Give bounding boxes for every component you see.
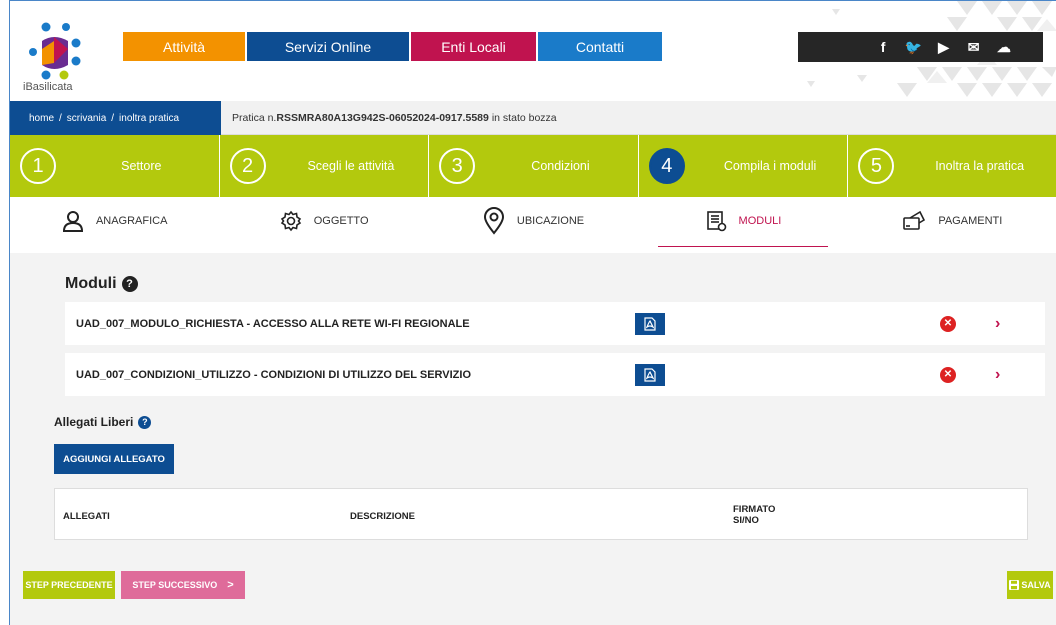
app-frame: iBasilicata Attività Servizi Online Enti L… — [9, 0, 1056, 625]
wizard-step-5[interactable]: 5 Inoltra la pratica — [848, 135, 1056, 197]
chevron-right-icon[interactable]: › — [995, 315, 1000, 333]
tab-pagamenti[interactable]: PAGAMENTI — [848, 197, 1056, 253]
tab-label: OGGETTO — [313, 215, 369, 227]
step-label: Inoltra la pratica — [935, 159, 1025, 173]
chevron-right-icon: > — [227, 579, 234, 591]
wizard-step-3[interactable]: 3 Condizioni — [429, 135, 639, 197]
wizard-step-2[interactable]: 2 Scegli le attività — [220, 135, 430, 197]
pdf-icon — [644, 367, 656, 382]
wizard-step-4[interactable]: 4 Compila i moduli — [639, 135, 849, 197]
tab-label: UBICAZIONE — [516, 215, 585, 227]
email-icon[interactable]: ✉ — [964, 37, 984, 57]
step-label: Settore — [121, 159, 162, 173]
step-label: Condizioni — [531, 159, 590, 173]
pratica-number: RSSMRA80A13G942S-06052024-0917.5589 — [276, 112, 489, 124]
step-number: 2 — [229, 148, 266, 184]
main-content: Moduli ? UAD_007_MODULO_RICHIESTA - ACCE… — [10, 253, 1056, 625]
social-bar: f 🐦 ▶ ✉ ☁ — [798, 32, 1043, 62]
cloud-icon[interactable]: ☁ — [994, 37, 1014, 57]
floppy-disk-icon — [1009, 580, 1020, 590]
breadcrumb-home-link[interactable]: home — [29, 113, 54, 124]
step-label: Compila i moduli — [723, 159, 817, 173]
pdf-icon — [644, 316, 656, 331]
save-button[interactable]: SALVA — [1007, 571, 1053, 599]
column-header-firmato: FIRMATO — [733, 504, 776, 515]
gear-icon — [280, 210, 302, 232]
tab-label: MODULI — [738, 215, 782, 227]
topnav-attivit[interactable]: Attività — [123, 32, 245, 61]
brand-name: iBasilicata — [23, 81, 73, 93]
topnav-servizi-online[interactable]: Servizi Online — [247, 32, 409, 61]
allegati-title-text: Allegati Liberi — [54, 415, 134, 429]
breadcrumb-bar: home / scrivania / inoltra pratica Prati… — [10, 101, 1056, 135]
column-header-sino: SI/NO — [733, 515, 759, 526]
twitter-icon[interactable]: 🐦 — [903, 37, 923, 57]
module-row[interactable]: UAD_007_MODULO_RICHIESTA - ACCESSO ALLA … — [65, 302, 1045, 345]
payment-card-icon — [902, 210, 926, 232]
pratica-status: Pratica n. RSSMRA80A13G942S-06052024-091… — [232, 101, 557, 135]
pratica-suffix: in stato bozza — [491, 112, 557, 124]
chevron-right-icon[interactable]: › — [995, 366, 1000, 384]
next-step-label: STEP SUCCESSIVO — [132, 580, 218, 590]
topnav-contatti[interactable]: Contatti — [538, 32, 662, 61]
help-icon[interactable]: ? — [121, 276, 138, 292]
column-header-descrizione: DESCRIZIONE — [350, 511, 415, 522]
step-number: 4 — [648, 148, 685, 184]
user-icon — [62, 210, 84, 232]
pratica-prefix: Pratica n. — [232, 112, 277, 124]
next-step-button[interactable]: STEP SUCCESSIVO > — [121, 571, 245, 599]
help-icon[interactable]: ? — [138, 415, 152, 429]
tab-anagrafica[interactable]: ANAGRAFICA — [10, 197, 219, 253]
breadcrumb-separator: / — [111, 112, 115, 124]
pdf-download-button[interactable] — [635, 363, 665, 386]
allegati-section-title: Allegati Liberi ? — [54, 415, 152, 429]
step-label: Scegli le attività — [307, 159, 395, 173]
site-header: iBasilicata Attività Servizi Online Enti L… — [10, 1, 1056, 99]
document-icon — [705, 210, 727, 232]
tab-ubicazione[interactable]: UBICAZIONE — [429, 197, 638, 253]
youtube-icon[interactable]: ▶ — [933, 37, 953, 57]
tab-oggetto[interactable]: OGGETTO — [219, 197, 428, 253]
tab-label: ANAGRAFICA — [95, 215, 168, 227]
module-row[interactable]: UAD_007_CONDIZIONI_UTILIZZO - CONDIZIONI… — [65, 353, 1045, 396]
section-tabs: ANAGRAFICA OGGETTO UBICAZIONE MODULI PAGAMEN… — [10, 197, 1056, 253]
module-name: UAD_007_CONDIZIONI_UTILIZZO - CONDIZIONI… — [76, 368, 472, 381]
step-number: 3 — [439, 148, 476, 184]
module-name: UAD_007_MODULO_RICHIESTA - ACCESSO ALLA … — [76, 317, 470, 330]
tab-moduli[interactable]: MODULI — [638, 197, 847, 253]
pdf-download-button[interactable] — [635, 312, 665, 335]
step-number: 1 — [20, 148, 56, 184]
attachments-table: ALLEGATI DESCRIZIONE FIRMATO SI/NO — [54, 488, 1028, 540]
wizard-steps: 1 Settore 2 Scegli le attività 3 Condizioni 4 C… — [10, 135, 1056, 197]
save-label: SALVA — [1021, 580, 1051, 590]
location-pin-icon — [483, 207, 505, 235]
breadcrumb-separator: / — [59, 112, 62, 124]
top-navigation: Attività Servizi Online Enti Locali Contatt… — [123, 32, 664, 61]
moduli-title-text: Moduli — [65, 275, 117, 292]
facebook-icon[interactable]: f — [873, 37, 893, 57]
breadcrumb: home / scrivania / inoltra pratica — [10, 101, 221, 135]
moduli-section-title: Moduli ? — [65, 275, 138, 293]
tab-label: PAGAMENTI — [938, 215, 1003, 227]
step-number: 5 — [858, 148, 895, 184]
error-status-icon: ✕ — [940, 315, 956, 332]
add-attachment-button[interactable]: AGGIUNGI ALLEGATO — [54, 444, 174, 474]
topnav-enti-locali[interactable]: Enti Locali — [411, 32, 536, 61]
wizard-step-1[interactable]: 1 Settore — [10, 135, 220, 197]
previous-step-button[interactable]: STEP PRECEDENTE — [23, 571, 115, 599]
breadcrumb-current: inoltra pratica — [119, 112, 180, 124]
breadcrumb-scrivania-link[interactable]: scrivania — [67, 113, 106, 124]
column-header-allegati: ALLEGATI — [63, 511, 110, 522]
error-status-icon: ✕ — [940, 366, 956, 383]
